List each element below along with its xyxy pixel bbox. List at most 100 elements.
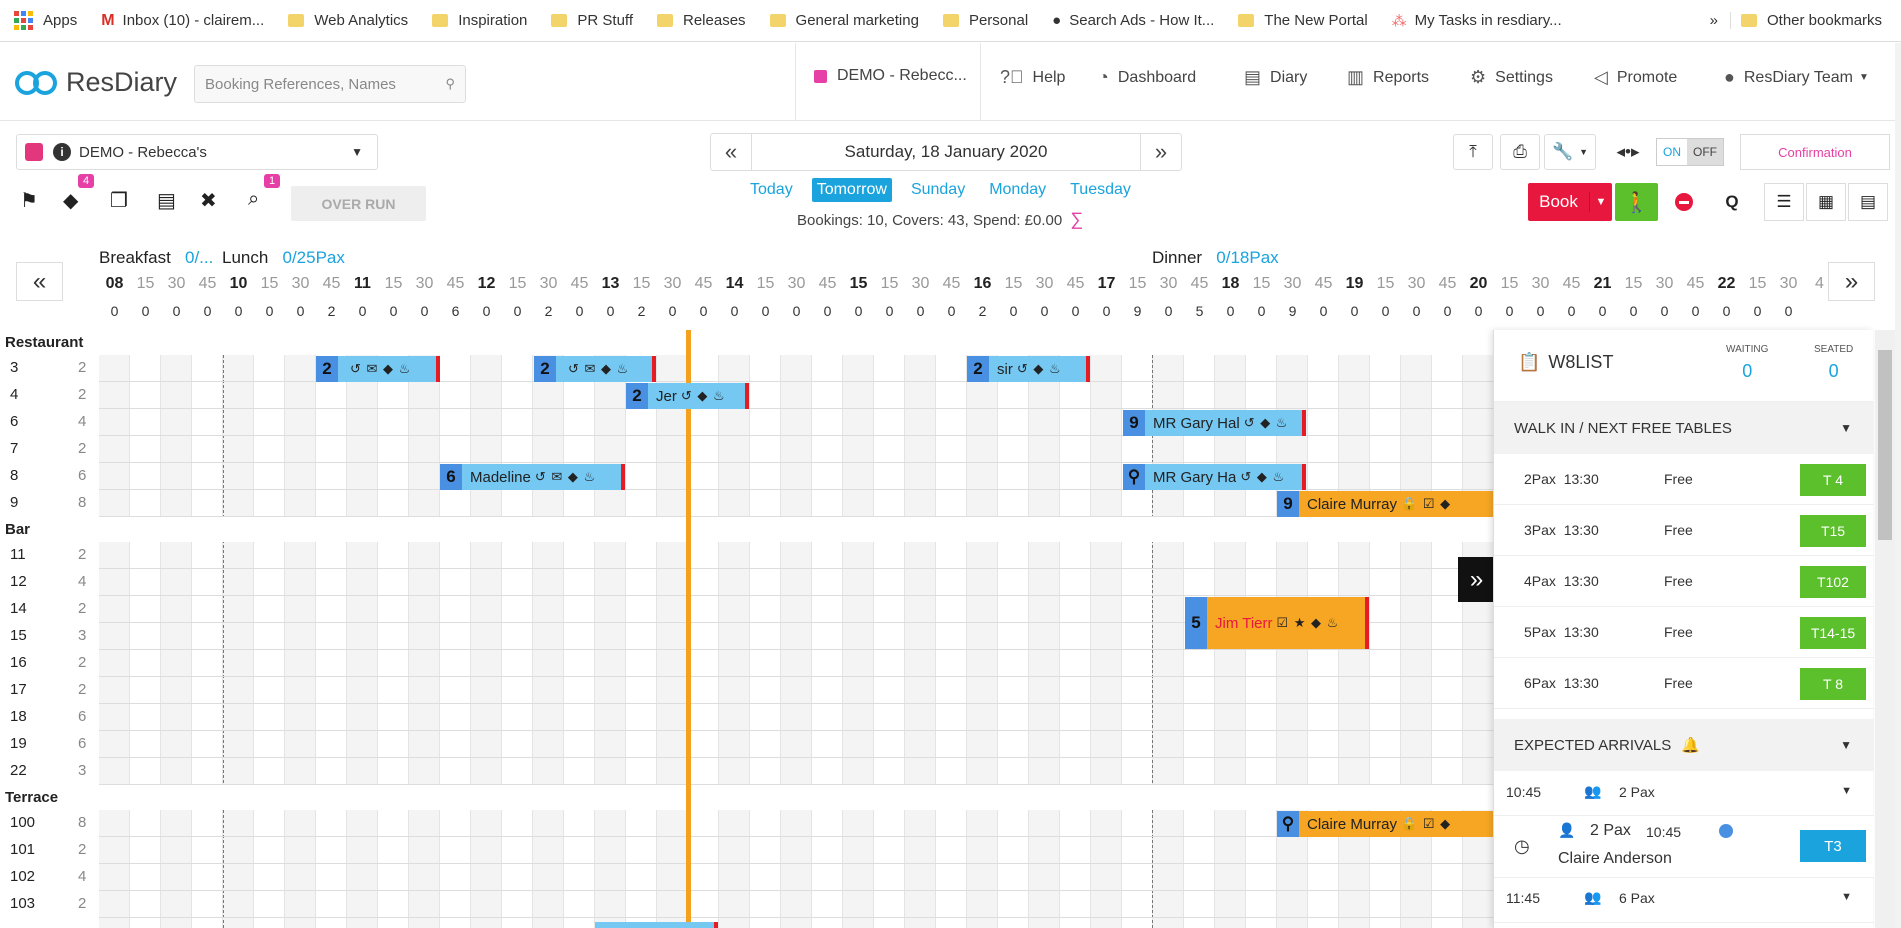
table-row-label[interactable]: 15 3	[0, 627, 97, 654]
table-row[interactable]	[99, 355, 1493, 382]
booking-block[interactable]: 5 Jim Tierr ☑ ★ ◆ ♨	[1185, 597, 1369, 649]
booking-block[interactable]	[595, 922, 718, 928]
table-row-label[interactable]: 18 6	[0, 708, 97, 735]
search-input[interactable]: Booking References, Names ⚲	[194, 65, 466, 103]
search-booking-icon[interactable]: ⌕	[248, 188, 259, 211]
table-row[interactable]	[99, 758, 1493, 785]
booking-block[interactable]: 2 sir ↺ ◆ ♨	[967, 356, 1090, 382]
bookmark-web-analytics[interactable]: Web Analytics	[288, 12, 408, 29]
bookmark-releases[interactable]: Releases	[657, 12, 746, 29]
next-day-button[interactable]: »	[1141, 139, 1181, 165]
seat-table-button[interactable]: T 8	[1800, 668, 1866, 700]
table-row-label[interactable]: 22 3	[0, 762, 97, 789]
table-row-label[interactable]: 98	[0, 494, 97, 521]
table-row[interactable]	[99, 382, 1493, 409]
table-row-label[interactable]: 100 8	[0, 814, 97, 841]
table-row[interactable]	[99, 677, 1493, 704]
nav-promote[interactable]: ◁ Promote	[1594, 67, 1677, 88]
panel-scrollbar[interactable]	[1875, 330, 1895, 928]
bookmark-inbox[interactable]: M Inbox (10) - clairem...	[101, 12, 264, 30]
booking-block[interactable]: 2 ↺ ✉ ◆ ♨	[316, 356, 440, 382]
booking-block[interactable]: ⚲ Claire Murray 🔒 ☑ ◆	[1277, 811, 1493, 837]
arrivals-section-header[interactable]: EXPECTED ARRIVALS 🔔 ▼	[1494, 719, 1874, 771]
remove-user-icon[interactable]: ✖	[200, 188, 217, 213]
expand-panel-button[interactable]: »	[1458, 557, 1495, 602]
table-row-label[interactable]: 16 2	[0, 654, 97, 681]
seat-table-button[interactable]: T102	[1800, 566, 1866, 598]
day-tomorrow[interactable]: Tomorrow	[811, 178, 892, 202]
table-row[interactable]	[99, 704, 1493, 731]
table-row-label[interactable]: 64	[0, 413, 97, 440]
table-row[interactable]	[99, 542, 1493, 569]
card-icon[interactable]: ▤	[157, 188, 176, 213]
nav-help[interactable]: ?⃝ Help	[1000, 67, 1065, 88]
table-row-label[interactable]: 86	[0, 467, 97, 494]
page-scrollbar[interactable]	[1895, 43, 1901, 928]
booking-block[interactable]: 9 Claire Murray 🔒 ☑ ◆	[1277, 491, 1493, 517]
day-tuesday[interactable]: Tuesday	[1065, 178, 1136, 202]
bookmark-new-portal[interactable]: The New Portal	[1238, 12, 1368, 29]
day-sunday[interactable]: Sunday	[906, 178, 970, 202]
seat-table-button[interactable]: T 4	[1800, 464, 1866, 496]
table-view-button[interactable]: ▤	[1848, 183, 1888, 221]
assign-table-button[interactable]: T3	[1800, 830, 1866, 862]
table-row[interactable]	[99, 436, 1493, 463]
timeline-next-button[interactable]: »	[1828, 262, 1875, 301]
book-button[interactable]: Book ▼	[1528, 183, 1612, 221]
table-row[interactable]	[99, 569, 1493, 596]
table-row-label[interactable]: 17 2	[0, 681, 97, 708]
bookmark-pr-stuff[interactable]: PR Stuff	[551, 12, 633, 29]
confirmation-button[interactable]: Confirmation	[1740, 134, 1890, 170]
day-monday[interactable]: Monday	[984, 178, 1051, 202]
arrival-booking-row[interactable]: ◷ 👤 2 Pax 10:45 Claire Anderson T3	[1494, 816, 1874, 878]
current-date[interactable]: Saturday, 18 January 2020	[751, 134, 1141, 170]
flag-icon[interactable]: ⚑	[20, 188, 38, 213]
bookmark-search-ads[interactable]: ● Search Ads - How It...	[1052, 12, 1214, 29]
resdiary-logo[interactable]: ResDiary	[14, 67, 177, 98]
table-row[interactable]	[99, 837, 1493, 864]
timeline-prev-button[interactable]: «	[16, 262, 63, 301]
table-row-label[interactable]: 32	[0, 359, 97, 386]
booking-block[interactable]: 2 ↺ ✉ ◆ ♨	[534, 356, 656, 382]
nav-diary[interactable]: ▤ Diary	[1244, 67, 1307, 88]
table-row-label[interactable]: 42	[0, 386, 97, 413]
arrival-group-row[interactable]: 10:45 👥 2 Pax ▼	[1494, 771, 1874, 816]
table-row-label[interactable]: 103 2	[0, 895, 97, 922]
table-row-label[interactable]: 14 2	[0, 600, 97, 627]
block-button[interactable]	[1664, 183, 1704, 221]
walkin-section-header[interactable]: WALK IN / NEXT FREE TABLES ▼	[1494, 402, 1874, 454]
bookmark-inspiration[interactable]: Inspiration	[432, 12, 527, 29]
nav-user-menu[interactable]: ● ResDiary Team ▼	[1724, 67, 1869, 88]
table-row-label[interactable]: 72	[0, 440, 97, 467]
table-row[interactable]	[99, 731, 1493, 758]
booking-block[interactable]: ⚲ MR Gary Ha ↺ ◆ ♨	[1123, 464, 1306, 490]
booking-block[interactable]: 6 Madeline ↺ ✉ ◆ ♨	[440, 464, 625, 490]
search-icon[interactable]: ⚲	[445, 76, 455, 92]
booking-block[interactable]: 9 MR Gary Hal ↺ ◆ ♨	[1123, 410, 1306, 436]
tag-icon[interactable]: ◆	[63, 188, 78, 213]
table-row-label[interactable]: 19 6	[0, 735, 97, 762]
copy-icon[interactable]: ❐	[110, 188, 128, 213]
prev-day-button[interactable]: «	[711, 139, 751, 165]
nav-reports[interactable]: ▥ Reports	[1347, 67, 1429, 88]
sigma-icon[interactable]: ∑	[1070, 209, 1083, 229]
booking-block[interactable]: 2 Jer ↺ ◆ ♨	[626, 383, 749, 409]
table-row[interactable]	[99, 891, 1493, 918]
grid-view-button[interactable]: ▦	[1806, 183, 1846, 221]
table-row-label[interactable]: 12 4	[0, 573, 97, 600]
day-today[interactable]: Today	[745, 178, 798, 202]
caret-down-icon[interactable]: ▼	[1590, 196, 1612, 208]
table-row[interactable]	[99, 864, 1493, 891]
table-row-label[interactable]: 101 2	[0, 841, 97, 868]
seat-table-button[interactable]: T15	[1800, 515, 1866, 547]
bookmarks-more-button[interactable]: »	[1710, 12, 1718, 29]
on-off-toggle[interactable]: ON OFF	[1656, 138, 1724, 166]
expand-toggle[interactable]: ◂•▸	[1604, 134, 1652, 170]
seat-table-button[interactable]: T14-15	[1800, 617, 1866, 649]
queue-button[interactable]: Q	[1712, 183, 1752, 221]
walk-in-button[interactable]: 🚶	[1615, 183, 1658, 221]
arrival-group-row[interactable]: 11:45 👥 6 Pax ▼	[1494, 878, 1874, 923]
print-button[interactable]: ⎙	[1500, 134, 1540, 170]
overrun-button[interactable]: OVER RUN	[291, 186, 426, 221]
list-view-button[interactable]: ☰	[1764, 183, 1804, 221]
